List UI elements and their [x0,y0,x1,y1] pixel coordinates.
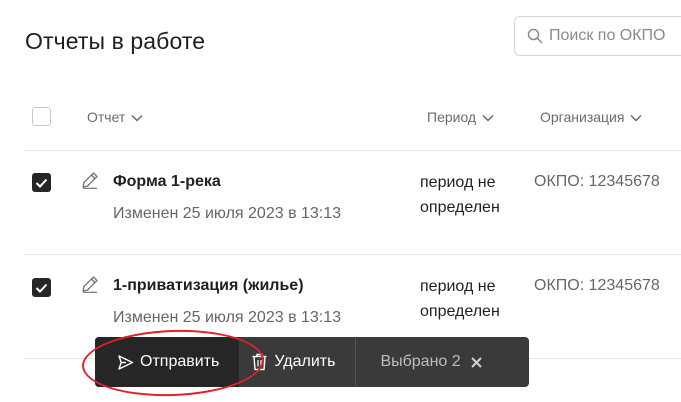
checkmark-icon [35,283,48,293]
report-period-line: период не [420,278,496,295]
bulk-action-bar: Отправить Удалить Выбрано 2 [95,337,529,387]
select-all-checkbox[interactable] [32,107,51,126]
column-header-report[interactable]: Отчет [87,109,143,125]
report-name[interactable]: 1-приватизация (жилье) [113,277,304,295]
report-period: период не определен [420,274,520,324]
row-divider [25,254,681,255]
row-checkbox[interactable] [32,278,51,297]
search-icon [527,28,543,44]
column-header-organization-label: Организация [540,109,625,125]
selected-count-label: Выбрано 2 [380,353,461,370]
trash-icon [252,353,267,371]
row-checkbox[interactable] [32,173,51,192]
report-name[interactable]: Форма 1-река [113,173,221,191]
header-divider [25,150,681,151]
pencil-icon[interactable] [80,274,100,294]
search-box[interactable] [514,16,681,56]
close-icon[interactable] [470,356,482,368]
selected-count: Выбрано 2 [356,353,482,371]
report-okpo: ОКПО: 12345678 [534,173,660,190]
column-header-report-label: Отчет [87,109,126,125]
column-header-organization[interactable]: Организация [540,109,642,125]
chevron-down-icon [630,114,642,122]
pencil-icon[interactable] [80,170,100,190]
report-modified: Изменен 25 июля 2023 в 13:13 [113,309,342,326]
report-okpo: ОКПО: 12345678 [534,277,660,294]
report-period-line: определен [420,303,500,320]
report-period-line: определен [420,199,500,216]
report-period: период не определен [420,170,520,220]
column-header-period-label: Период [427,109,477,125]
report-modified: Изменен 25 июля 2023 в 13:13 [113,205,342,222]
delete-button[interactable]: Удалить [239,337,355,387]
delete-button-label: Удалить [274,353,336,370]
send-button-label: Отправить [140,353,220,370]
chevron-down-icon [482,114,494,122]
page-title: Отчеты в работе [25,28,206,54]
report-period-line: период не [420,174,496,191]
checkmark-icon [35,178,48,188]
send-button[interactable]: Отправить [95,337,240,387]
column-header-period[interactable]: Период [427,109,494,125]
search-input[interactable] [549,27,681,45]
send-icon [118,354,134,370]
chevron-down-icon [131,114,143,122]
